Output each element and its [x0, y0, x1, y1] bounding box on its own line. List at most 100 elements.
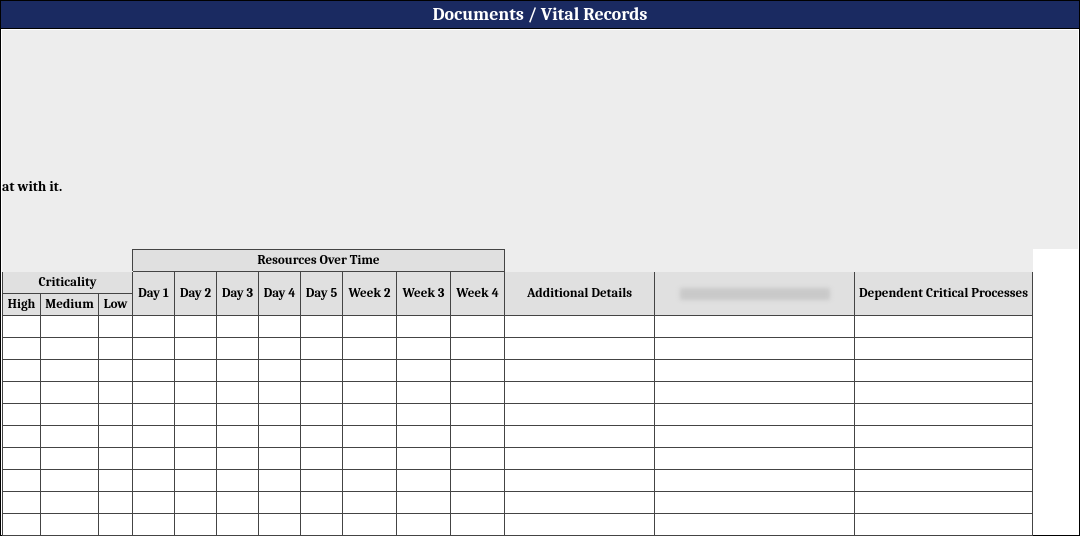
table-cell[interactable] — [343, 492, 397, 514]
table-cell[interactable] — [259, 514, 301, 536]
table-cell[interactable] — [505, 514, 655, 536]
table-cell[interactable] — [99, 470, 133, 492]
table-cell[interactable] — [343, 426, 397, 448]
table-cell[interactable] — [175, 404, 217, 426]
table-cell[interactable] — [655, 448, 855, 470]
table-cell[interactable] — [99, 426, 133, 448]
table-cell[interactable] — [343, 316, 397, 338]
table-cell[interactable] — [259, 338, 301, 360]
table-cell[interactable] — [175, 492, 217, 514]
table-cell[interactable] — [505, 382, 655, 404]
table-cell[interactable] — [217, 316, 259, 338]
table-cell[interactable] — [3, 514, 41, 536]
table-cell[interactable] — [451, 514, 505, 536]
table-cell[interactable] — [259, 316, 301, 338]
table-cell[interactable] — [655, 382, 855, 404]
table-cell[interactable] — [397, 338, 451, 360]
table-cell[interactable] — [175, 382, 217, 404]
table-cell[interactable] — [175, 360, 217, 382]
table-cell[interactable] — [41, 470, 99, 492]
table-cell[interactable] — [301, 316, 343, 338]
table-cell[interactable] — [41, 514, 99, 536]
table-cell[interactable] — [343, 470, 397, 492]
table-cell[interactable] — [451, 338, 505, 360]
table-cell[interactable] — [133, 382, 175, 404]
table-cell[interactable] — [855, 360, 1033, 382]
table-cell[interactable] — [133, 316, 175, 338]
table-cell[interactable] — [505, 492, 655, 514]
table-cell[interactable] — [259, 448, 301, 470]
table-cell[interactable] — [3, 470, 41, 492]
table-cell[interactable] — [397, 492, 451, 514]
table-cell[interactable] — [451, 426, 505, 448]
table-cell[interactable] — [397, 470, 451, 492]
table-cell[interactable] — [343, 382, 397, 404]
table-cell[interactable] — [655, 514, 855, 536]
table-cell[interactable] — [41, 316, 99, 338]
table-cell[interactable] — [855, 448, 1033, 470]
table-cell[interactable] — [133, 404, 175, 426]
table-cell[interactable] — [451, 492, 505, 514]
table-cell[interactable] — [397, 360, 451, 382]
table-cell[interactable] — [301, 404, 343, 426]
table-cell[interactable] — [855, 426, 1033, 448]
table-cell[interactable] — [41, 492, 99, 514]
table-cell[interactable] — [655, 470, 855, 492]
table-cell[interactable] — [301, 360, 343, 382]
table-cell[interactable] — [175, 338, 217, 360]
table-cell[interactable] — [133, 360, 175, 382]
table-cell[interactable] — [175, 514, 217, 536]
table-cell[interactable] — [855, 316, 1033, 338]
table-cell[interactable] — [301, 338, 343, 360]
table-cell[interactable] — [133, 338, 175, 360]
table-cell[interactable] — [217, 382, 259, 404]
table-cell[interactable] — [505, 316, 655, 338]
table-cell[interactable] — [655, 492, 855, 514]
table-cell[interactable] — [655, 360, 855, 382]
table-cell[interactable] — [99, 338, 133, 360]
table-cell[interactable] — [3, 360, 41, 382]
table-cell[interactable] — [451, 404, 505, 426]
table-cell[interactable] — [855, 338, 1033, 360]
table-cell[interactable] — [505, 470, 655, 492]
table-cell[interactable] — [99, 492, 133, 514]
table-cell[interactable] — [855, 404, 1033, 426]
table-cell[interactable] — [3, 492, 41, 514]
table-cell[interactable] — [397, 426, 451, 448]
table-cell[interactable] — [855, 382, 1033, 404]
table-cell[interactable] — [259, 426, 301, 448]
table-cell[interactable] — [217, 470, 259, 492]
table-cell[interactable] — [3, 316, 41, 338]
table-cell[interactable] — [99, 316, 133, 338]
table-cell[interactable] — [259, 470, 301, 492]
table-cell[interactable] — [133, 448, 175, 470]
table-cell[interactable] — [259, 492, 301, 514]
table-cell[interactable] — [175, 426, 217, 448]
table-cell[interactable] — [451, 470, 505, 492]
table-cell[interactable] — [259, 382, 301, 404]
table-cell[interactable] — [41, 426, 99, 448]
table-cell[interactable] — [175, 470, 217, 492]
table-cell[interactable] — [301, 514, 343, 536]
table-cell[interactable] — [259, 360, 301, 382]
table-cell[interactable] — [301, 448, 343, 470]
table-cell[interactable] — [3, 426, 41, 448]
table-cell[interactable] — [451, 360, 505, 382]
table-cell[interactable] — [41, 338, 99, 360]
table-cell[interactable] — [301, 426, 343, 448]
table-cell[interactable] — [397, 404, 451, 426]
table-cell[interactable] — [175, 448, 217, 470]
table-cell[interactable] — [343, 360, 397, 382]
table-cell[interactable] — [655, 316, 855, 338]
table-cell[interactable] — [855, 470, 1033, 492]
table-cell[interactable] — [301, 470, 343, 492]
table-cell[interactable] — [41, 360, 99, 382]
table-cell[interactable] — [505, 448, 655, 470]
table-cell[interactable] — [451, 316, 505, 338]
table-cell[interactable] — [655, 338, 855, 360]
table-cell[interactable] — [99, 448, 133, 470]
table-cell[interactable] — [301, 492, 343, 514]
table-cell[interactable] — [855, 514, 1033, 536]
table-cell[interactable] — [397, 316, 451, 338]
table-cell[interactable] — [505, 404, 655, 426]
